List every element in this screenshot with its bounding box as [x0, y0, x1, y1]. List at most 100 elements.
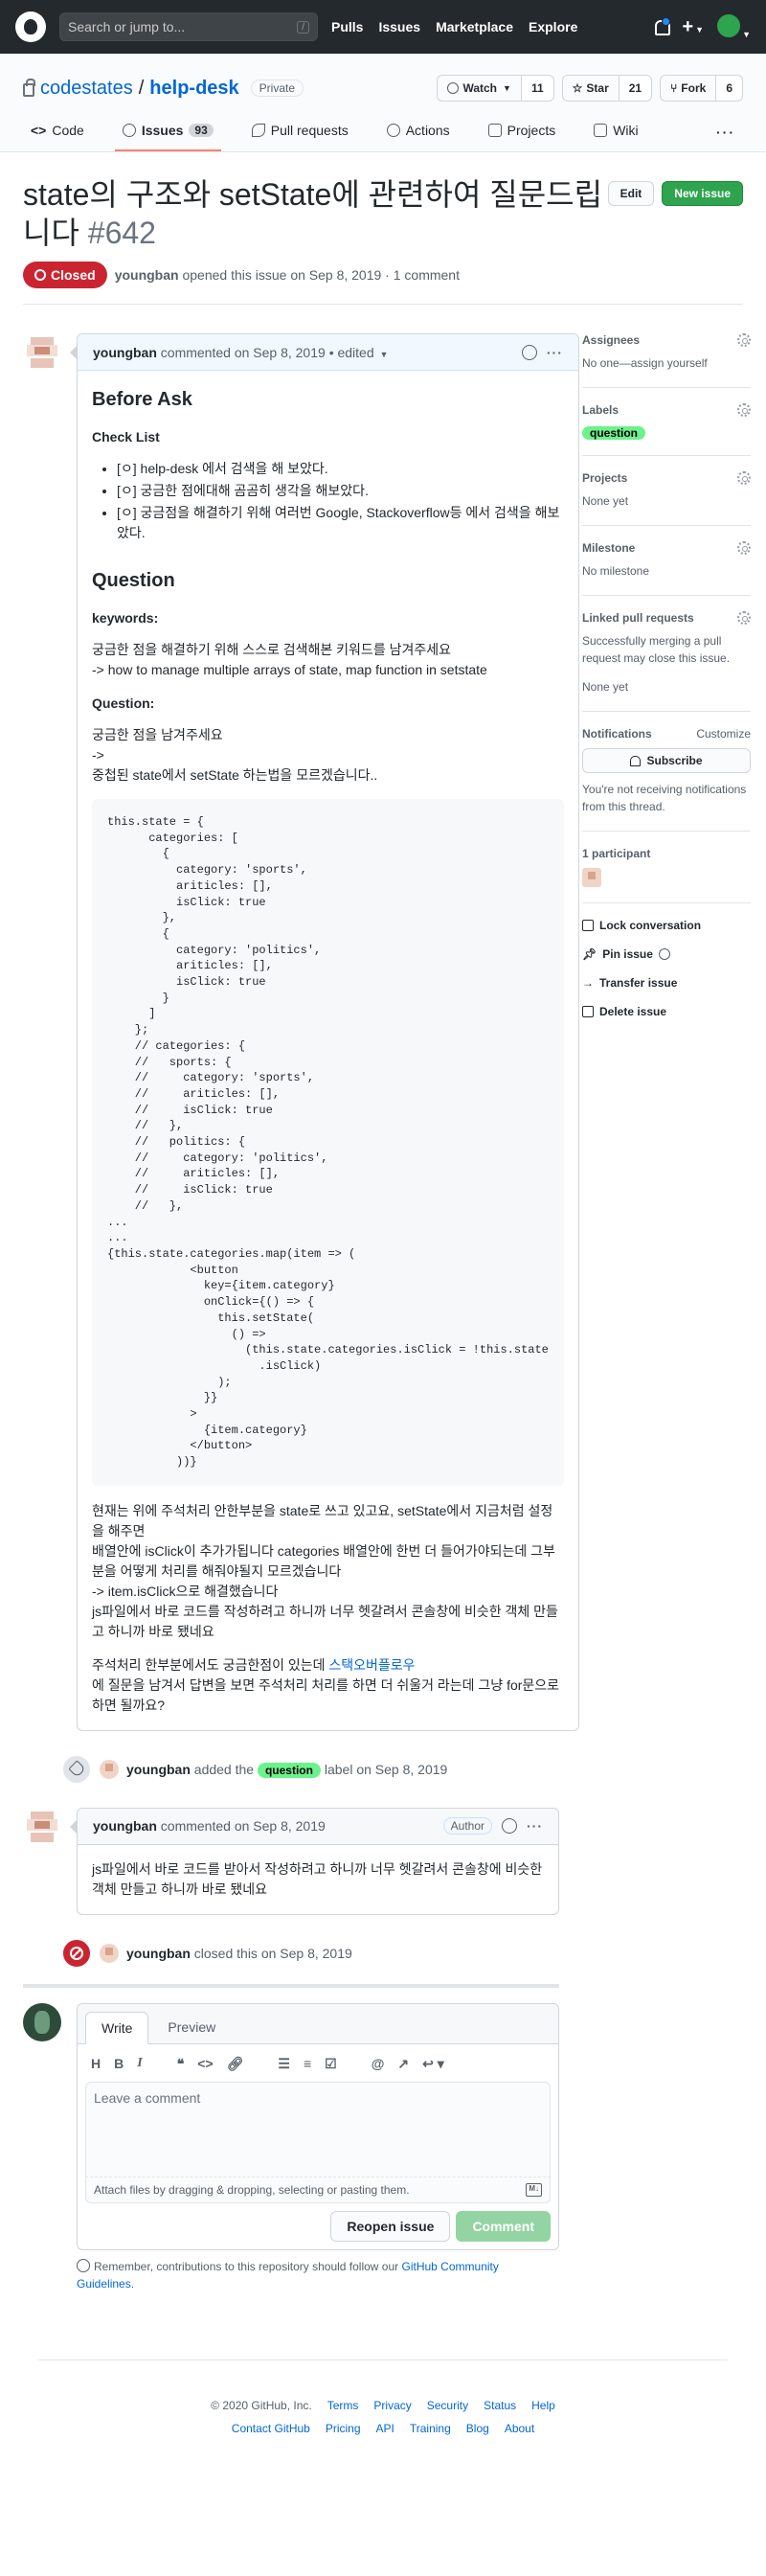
tab-issues[interactable]: Issues 93	[114, 123, 221, 151]
numbered-list-icon[interactable]: ≡	[304, 2056, 311, 2071]
comment-options-button[interactable]: ···	[527, 1818, 543, 1834]
footer-link-api[interactable]: API	[376, 2422, 394, 2435]
footer-link-terms[interactable]: Terms	[327, 2399, 359, 2412]
attach-files-bar[interactable]: Attach files by dragging & dropping, sel…	[85, 2177, 551, 2203]
customize-link[interactable]: Customize	[696, 727, 751, 741]
pin-issue-button[interactable]: 📌︎ Pin issue	[582, 947, 751, 961]
gear-icon[interactable]	[737, 611, 751, 625]
repo-owner-link[interactable]: codestates	[40, 78, 133, 100]
transfer-issue-button[interactable]: → Transfer issue	[582, 976, 751, 990]
lock-conversation-button[interactable]: Lock conversation	[582, 919, 751, 932]
gear-icon[interactable]	[737, 403, 751, 417]
tab-write[interactable]: Write	[85, 2011, 149, 2044]
bold-icon[interactable]: B	[114, 2056, 124, 2071]
mention-icon[interactable]: @	[372, 2056, 385, 2071]
italic-icon[interactable]: I	[137, 2056, 142, 2071]
comment-submit-button[interactable]: Comment	[456, 2210, 551, 2242]
reopen-issue-button[interactable]: Reopen issue	[330, 2210, 451, 2242]
star-count[interactable]: 21	[619, 75, 653, 102]
footer-link-contact[interactable]: Contact GitHub	[232, 2422, 310, 2435]
add-reaction-icon[interactable]	[521, 344, 537, 360]
fork-count[interactable]: 6	[716, 75, 743, 102]
footer-link-blog[interactable]: Blog	[466, 2422, 489, 2435]
watch-button[interactable]: Watch ▼	[437, 75, 522, 102]
pull-request-icon	[251, 124, 265, 137]
code-icon[interactable]: <>	[197, 2056, 213, 2071]
question-label[interactable]: question	[257, 1762, 321, 1778]
footer-link-pricing[interactable]: Pricing	[326, 2422, 361, 2435]
assignees-value[interactable]: No one—assign yourself	[582, 354, 751, 372]
quote-icon[interactable]: ❝	[177, 2056, 185, 2072]
nav-pulls[interactable]: Pulls	[331, 19, 363, 34]
tab-wiki[interactable]: Wiki	[586, 123, 645, 151]
footer-link-status[interactable]: Status	[484, 2399, 516, 2412]
info-icon[interactable]	[658, 948, 670, 960]
cross-reference-icon[interactable]: ↗	[397, 2056, 409, 2072]
new-comment-form: Write Preview H B I ❝ <> 🔗︎ ☰ ≡ ☑ @ ↗ ↩ …	[23, 2002, 559, 2250]
link-icon[interactable]: 🔗︎	[227, 2056, 244, 2072]
event-actor-link[interactable]: youngban	[126, 1762, 191, 1777]
gear-icon[interactable]	[737, 333, 751, 347]
notifications-bell-icon[interactable]	[653, 17, 671, 35]
comment-body: js파일에서 바로 코드를 받아서 작성하려고 하니까 너무 헷갈려서 콘솔창에…	[78, 1845, 558, 1914]
participant-avatar[interactable]	[582, 868, 601, 887]
comment-timestamp[interactable]: commented on Sep 8, 2019	[161, 1818, 326, 1834]
tab-pull-requests[interactable]: Pull requests	[244, 123, 356, 151]
edited-dropdown[interactable]: • edited	[329, 345, 374, 360]
checklist: [ㅇ] help-desk 에서 검색을 해 보았다. [ㅇ] 궁금한 점에대해…	[92, 459, 564, 543]
nav-issues[interactable]: Issues	[378, 19, 420, 34]
label-added-event: youngban added the question label on Sep…	[61, 1739, 559, 1800]
bulleted-list-icon[interactable]: ☰	[278, 2056, 290, 2072]
event-actor-link[interactable]: youngban	[126, 1946, 191, 1961]
pin-icon: 📌︎	[582, 947, 597, 961]
add-reaction-icon[interactable]	[502, 1818, 517, 1835]
comment-textarea[interactable]: Leave a comment	[85, 2081, 551, 2177]
comment-timestamp[interactable]: commented on Sep 8, 2019	[161, 345, 326, 360]
footer-link-security[interactable]: Security	[427, 2399, 468, 2412]
nav-marketplace[interactable]: Marketplace	[436, 19, 513, 34]
star-button[interactable]: ☆ Star	[561, 75, 620, 102]
chevron-down-icon[interactable]: ▼	[380, 350, 389, 359]
edit-title-button[interactable]: Edit	[607, 181, 655, 206]
more-tabs-button[interactable]: ···	[709, 125, 743, 151]
nav-explore[interactable]: Explore	[529, 19, 577, 34]
comment-editor: Write Preview H B I ❝ <> 🔗︎ ☰ ≡ ☑ @ ↗ ↩ …	[77, 2002, 559, 2250]
tab-actions[interactable]: Actions	[379, 123, 458, 151]
timeline-end-divider	[23, 1983, 559, 1988]
footer-link-privacy[interactable]: Privacy	[373, 2399, 411, 2412]
subscribe-button[interactable]: Subscribe	[582, 748, 751, 773]
footer-link-about[interactable]: About	[505, 2422, 534, 2435]
question-label[interactable]: question	[582, 426, 645, 440]
search-input[interactable]: Search or jump to... /	[59, 12, 318, 41]
issue-author-link[interactable]: youngban	[115, 267, 179, 283]
new-issue-button[interactable]: New issue	[662, 181, 743, 206]
heading-icon[interactable]: H	[91, 2056, 101, 2071]
tab-preview[interactable]: Preview	[152, 2012, 231, 2043]
footer-link-training[interactable]: Training	[410, 2422, 451, 2435]
saved-replies-icon[interactable]: ↩ ▾	[422, 2056, 444, 2072]
comment-options-button[interactable]: ···	[547, 345, 563, 360]
fork-button[interactable]: ⑂ Fork	[660, 75, 717, 102]
event-actor-avatar[interactable]	[100, 1943, 119, 1963]
tab-projects[interactable]: Projects	[481, 123, 564, 151]
markdown-icon[interactable]: M↓	[526, 2182, 542, 2197]
event-actor-avatar[interactable]	[100, 1759, 119, 1779]
commenter-avatar[interactable]	[23, 333, 61, 372]
gear-icon[interactable]	[737, 471, 751, 485]
github-logo-icon[interactable]	[15, 11, 46, 42]
keywords-line: 궁금한 점을 해결하기 위해 스스로 검색해본 키워드를 남겨주세요	[92, 642, 451, 657]
commenter-avatar[interactable]	[23, 1807, 61, 1846]
watch-count[interactable]: 11	[521, 75, 554, 102]
create-new-button[interactable]: + ▼	[682, 16, 704, 38]
tab-code[interactable]: <> Code	[23, 123, 92, 151]
user-menu[interactable]: ▼	[717, 13, 751, 40]
delete-issue-button[interactable]: Delete issue	[582, 1005, 751, 1018]
footer-link-help[interactable]: Help	[531, 2399, 555, 2412]
stackoverflow-link[interactable]: 스택오버플로우	[328, 1657, 415, 1673]
comment-author-link[interactable]: youngban	[93, 345, 157, 360]
current-user-avatar[interactable]	[23, 2002, 61, 2041]
comment-author-link[interactable]: youngban	[93, 1818, 157, 1834]
gear-icon[interactable]	[737, 541, 751, 555]
task-list-icon[interactable]: ☑	[325, 2056, 337, 2072]
repo-name-link[interactable]: help-desk	[149, 78, 238, 100]
